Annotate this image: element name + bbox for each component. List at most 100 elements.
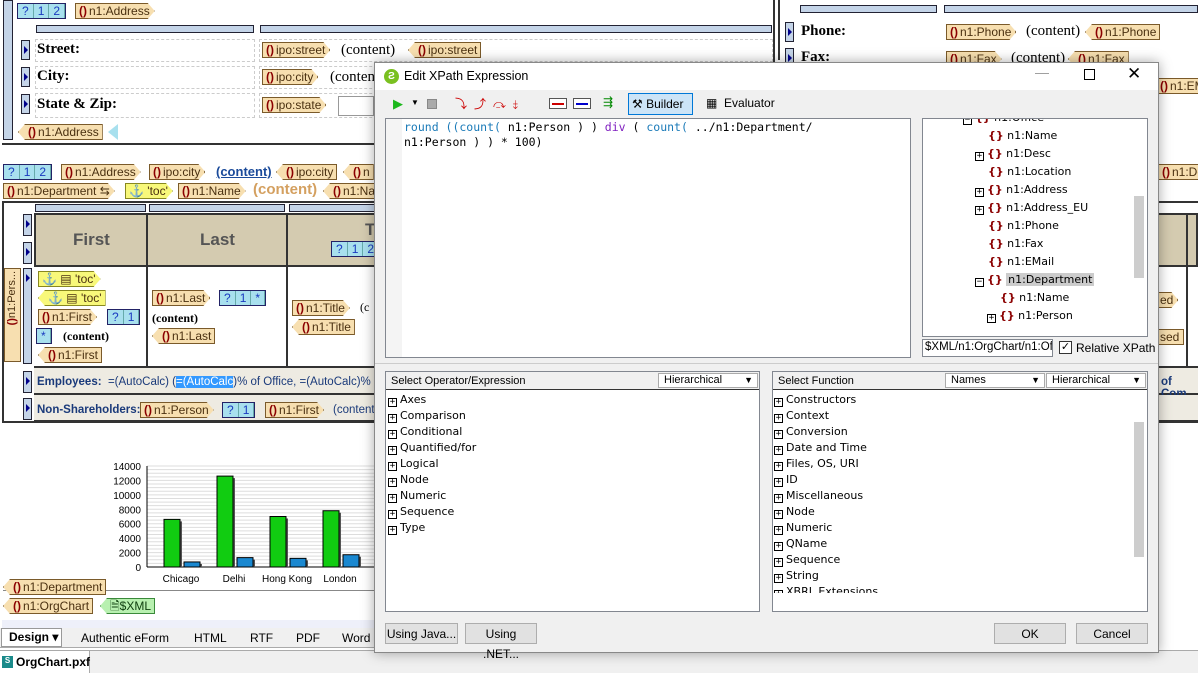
cancel-button[interactable]: Cancel [1076,623,1148,644]
first-tag[interactable]: () n1:First [265,402,324,418]
context-path-field[interactable]: $XML/n1:OrgChart/n1:Offi [922,339,1053,357]
address-side-bar[interactable] [3,0,13,140]
tree-scrollbar[interactable] [1132,121,1146,333]
last-content[interactable]: (content) [152,311,198,326]
category-item[interactable]: + Context [774,409,829,423]
expand-icon[interactable]: + [774,558,783,567]
expand-icon[interactable]: + [774,414,783,423]
category-item[interactable]: + Node [388,473,429,487]
state-tag[interactable]: () ipo:state [262,97,326,113]
column-bar[interactable] [35,204,146,212]
category-item[interactable]: + ID [774,473,798,487]
expand-icon[interactable]: + [774,590,783,593]
tree-item[interactable]: {} n1:EMail [988,255,1054,268]
category-item[interactable]: + Node [774,505,815,519]
expand-icon[interactable]: + [774,574,783,583]
category-item[interactable]: + Quantified/for [388,441,476,455]
tab-authentic-eform[interactable]: Authentic eForm [81,631,169,645]
run-dropdown[interactable]: ▼ [411,98,419,107]
category-item[interactable]: + Constructors [774,393,856,407]
tab-html[interactable]: HTML [194,631,227,645]
department-tag[interactable]: () n1:Department ⇆ [3,183,115,199]
expand-icon[interactable]: + [774,494,783,503]
row-button[interactable] [23,214,32,236]
expand-icon[interactable]: + [388,494,397,503]
category-item[interactable]: + Conditional [388,425,462,439]
row-button[interactable] [23,371,32,393]
text-wrap-icon[interactable]: ⇶ [603,95,613,109]
column-bar[interactable] [944,5,1198,13]
expand-icon[interactable]: + [987,314,996,323]
row-button[interactable] [23,398,32,420]
close-button[interactable]: ✕ [1127,64,1141,84]
tree-item[interactable]: +{} n1:Address_EU [975,201,1088,215]
xml-end-tag[interactable]: 🗎$XML [100,598,156,614]
expand-icon[interactable]: + [774,478,783,487]
expand-icon[interactable]: + [388,462,397,471]
street-tag[interactable]: () ipo:street [262,42,330,58]
tree-item[interactable]: {} n1:Fax [988,237,1043,250]
title-content[interactable]: (c [360,300,369,315]
tab-word[interactable]: Word [342,631,370,645]
tag-partial[interactable]: sed [1156,329,1185,345]
tree-item[interactable]: +{} n1:Desc [975,147,1051,161]
tree-item[interactable]: {} n1:Name [1000,291,1069,304]
expand-icon[interactable]: + [774,446,783,455]
relative-xpath-checkbox[interactable]: ✓ [1059,341,1072,354]
department-tag-partial[interactable]: ()n1:De [1158,164,1198,180]
using-net-button[interactable]: Using .NET... [465,623,537,661]
predicate-filter[interactable]: ? 1 2 [3,164,53,180]
last-tag[interactable]: () n1:Last [152,290,210,306]
expand-icon[interactable]: + [774,398,783,407]
toc-anchor-tag[interactable]: ⚓ 'toc' [125,183,173,199]
category-item[interactable]: + Logical [388,457,439,471]
stop-icon[interactable] [427,99,437,109]
category-item[interactable]: +XBRL Extensions [774,585,878,593]
selected-autocalc[interactable]: =(AutoCalc [176,376,234,388]
address-tag[interactable]: () n1:Address [61,164,141,180]
expand-icon[interactable]: + [388,510,397,519]
expand-icon[interactable]: + [388,414,397,423]
person-side-tag[interactable]: ()n1:Pers... [4,268,21,362]
end-tag[interactable]: () n [343,164,374,180]
predicate-filter[interactable]: * [36,328,52,344]
phone-content[interactable]: (content) [1026,23,1080,40]
email-tag[interactable]: ()n1:EM [1156,78,1198,94]
category-item[interactable]: + Sequence [774,553,840,567]
tree-item[interactable]: {} n1:Location [988,165,1071,178]
city-tag[interactable]: () ipo:city [149,164,205,180]
street-content[interactable]: (content) [341,42,395,59]
toc-start-tag[interactable]: ⚓ ▤ 'toc' [38,271,101,287]
city-content[interactable]: (conten [330,69,375,86]
using-java-button[interactable]: Using Java... [385,623,458,644]
department-end-tag[interactable]: () n1:Department [3,579,107,595]
city-end-tag[interactable]: () ipo:city [276,164,338,180]
evaluator-button[interactable]: ▦ Evaluator [706,96,775,110]
ok-button[interactable]: OK [994,623,1066,644]
predicate-filter[interactable]: ? 1 * [219,290,267,306]
expand-icon[interactable]: + [774,542,783,551]
title-end-tag[interactable]: () n1:Title [292,319,355,335]
tree-item[interactable]: {} n1:Name [988,129,1057,142]
first-content[interactable]: (content) [63,329,109,344]
phone-tag[interactable]: () n1:Phone [946,24,1016,40]
expand-icon[interactable]: + [975,188,984,197]
row-button[interactable] [21,40,30,60]
column-bar[interactable] [260,25,772,33]
function-view-select[interactable]: Hierarchical [1046,373,1146,388]
collapse-icon[interactable]: − [963,119,972,125]
tree-item[interactable]: −{} n1:Department [975,273,1095,287]
city-tag[interactable]: () ipo:city [262,69,318,85]
column-bar[interactable] [289,204,379,212]
operator-view-select[interactable]: Hierarchical [658,373,758,388]
state-combo[interactable] [338,96,374,116]
expand-icon[interactable]: + [388,446,397,455]
expand-icon[interactable]: + [388,478,397,487]
name-tag[interactable]: () n1:Name [178,183,246,199]
expand-icon[interactable]: + [774,526,783,535]
tree-item[interactable]: +{} n1:Person [987,309,1073,323]
orgchart-end-tag[interactable]: () n1:OrgChart [3,598,94,614]
person-tag[interactable]: () n1:Person [140,402,214,418]
row-button[interactable] [21,94,30,114]
category-item[interactable]: + QName [774,537,827,551]
